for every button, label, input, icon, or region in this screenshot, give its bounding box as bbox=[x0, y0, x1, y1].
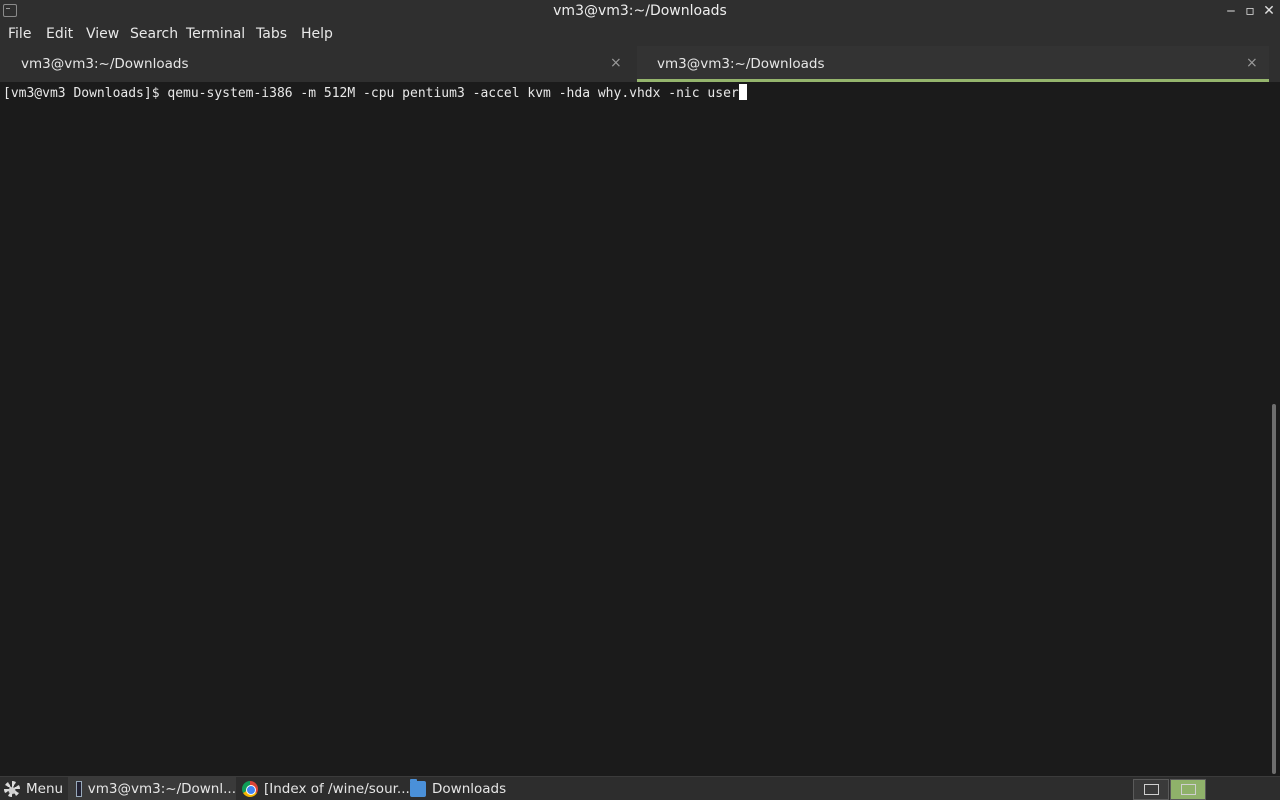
tab-1[interactable]: vm3@vm3:~/Downloads × bbox=[0, 46, 636, 82]
menu-view[interactable]: View bbox=[86, 26, 119, 42]
taskbar-item-label: Downloads bbox=[432, 781, 507, 797]
menu-edit[interactable]: Edit bbox=[46, 26, 73, 42]
start-menu-button[interactable]: Menu bbox=[4, 777, 63, 800]
text-cursor bbox=[738, 84, 747, 100]
close-window-button[interactable]: ✕ bbox=[1260, 2, 1278, 20]
chrome-icon bbox=[242, 781, 258, 797]
terminal-icon bbox=[76, 781, 82, 797]
tab-close-icon[interactable]: × bbox=[1246, 55, 1258, 71]
tab-label: vm3@vm3:~/Downloads bbox=[657, 56, 825, 72]
menu-terminal[interactable]: Terminal bbox=[186, 26, 245, 42]
menu-file[interactable]: File bbox=[8, 26, 31, 42]
workspace-1[interactable] bbox=[1133, 779, 1169, 800]
terminal-output[interactable]: [vm3@vm3 Downloads]$ qemu-system-i386 -m… bbox=[0, 82, 1268, 776]
workspace-window-icon bbox=[1144, 784, 1159, 795]
menu-search[interactable]: Search bbox=[130, 26, 178, 42]
folder-icon bbox=[410, 779, 426, 797]
tab-label: vm3@vm3:~/Downloads bbox=[21, 56, 189, 72]
command-line: [vm3@vm3 Downloads]$ qemu-system-i386 -m… bbox=[3, 84, 747, 101]
taskbar: Menu vm3@vm3:~/Downl... [Index of /wine/… bbox=[0, 776, 1280, 800]
scrollbar-thumb[interactable] bbox=[1272, 404, 1276, 774]
command-text: qemu-system-i386 -m 512M -cpu pentium3 -… bbox=[167, 86, 739, 101]
menu-tabs[interactable]: Tabs bbox=[256, 26, 287, 42]
terminal-scrollbar[interactable] bbox=[1268, 82, 1280, 776]
taskbar-item-label: [Index of /wine/sour... bbox=[264, 781, 410, 797]
tab-close-icon[interactable]: × bbox=[610, 55, 622, 71]
taskbar-item-label: vm3@vm3:~/Downl... bbox=[87, 781, 236, 797]
menubar: File Edit View Search Terminal Tabs Help bbox=[0, 24, 1280, 46]
tab-bar: vm3@vm3:~/Downloads × vm3@vm3:~/Download… bbox=[0, 46, 1280, 82]
tab-2[interactable]: vm3@vm3:~/Downloads × bbox=[637, 46, 1269, 82]
workspace-window-icon bbox=[1181, 784, 1196, 795]
minimize-button[interactable]: ‒ bbox=[1222, 2, 1240, 20]
workspace-2[interactable] bbox=[1170, 779, 1206, 800]
taskbar-item-terminal[interactable]: vm3@vm3:~/Downl... bbox=[68, 777, 236, 800]
menu-help[interactable]: Help bbox=[301, 26, 333, 42]
taskbar-item-browser[interactable]: [Index of /wine/sour... bbox=[242, 777, 410, 800]
maximize-button[interactable]: ▫ bbox=[1241, 2, 1259, 20]
window-titlebar[interactable]: vm3@vm3:~/Downloads ‒ ▫ ✕ bbox=[0, 0, 1280, 24]
window-title: vm3@vm3:~/Downloads bbox=[553, 3, 727, 19]
taskbar-item-files[interactable]: Downloads bbox=[410, 777, 506, 800]
start-menu-label: Menu bbox=[26, 781, 64, 797]
menu-icon bbox=[4, 781, 20, 797]
shell-prompt: [vm3@vm3 Downloads]$ bbox=[3, 86, 168, 101]
